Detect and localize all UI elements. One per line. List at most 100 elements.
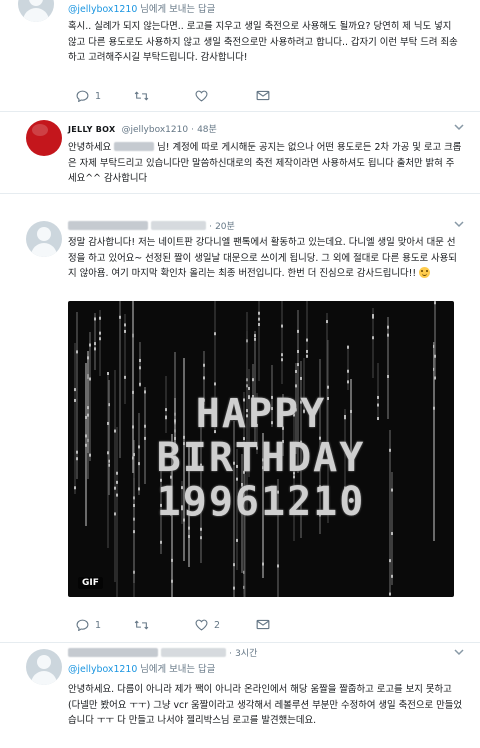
avatar[interactable] <box>26 649 62 685</box>
rain-dot <box>258 311 260 315</box>
caret-down-icon[interactable] <box>454 647 464 657</box>
tweet-3[interactable]: · 20분 정말 감사합니다! 저는 네이트판 강다니엘 팬톡에서 활동하고 있… <box>0 207 480 643</box>
like-button[interactable]: 2 <box>195 619 220 631</box>
rain-dot <box>248 386 250 390</box>
like-icon <box>195 90 208 102</box>
rain-dot <box>252 378 254 382</box>
rain-dot <box>171 579 173 583</box>
rain-dot <box>160 540 162 544</box>
rain-dot <box>139 358 141 362</box>
retweet-button[interactable] <box>134 90 149 102</box>
rain-dot <box>347 345 349 349</box>
rain-dot <box>295 369 297 373</box>
rain-dot <box>87 356 89 360</box>
rain-dot <box>262 562 264 566</box>
tweet-1[interactable]: @jellybox1210 님에게 보내는 답글 혹시.. 실례가 되지 않는다… <box>0 0 480 112</box>
rain-dot <box>297 349 299 353</box>
rain-dot <box>188 526 190 530</box>
caret-down-icon[interactable] <box>454 122 464 132</box>
gif-media[interactable]: HAPPY BIRTHDAY 19961210 GIF <box>68 301 454 597</box>
rain-dot <box>214 332 216 336</box>
display-name[interactable]: JELLY BOX <box>68 125 115 134</box>
user-handle[interactable]: @jellybox1210 <box>122 125 189 135</box>
rain-dot <box>188 535 190 539</box>
reply-count: 1 <box>95 90 102 102</box>
caret-down-icon[interactable] <box>454 219 464 229</box>
rain-dot <box>107 372 109 376</box>
rain-dot <box>387 374 389 378</box>
rain-dot <box>347 380 349 384</box>
dm-button[interactable] <box>256 619 270 630</box>
rain-dot <box>281 358 283 362</box>
rain-dot <box>94 317 96 321</box>
tweet-text: 혹시.. 실례가 되지 않는다면.. 로고를 지우고 생일 축전으로 사용해도 … <box>68 21 458 63</box>
rain-dot <box>306 354 308 358</box>
avatar[interactable] <box>26 221 62 257</box>
rain-dot <box>254 337 256 341</box>
redacted-name <box>114 142 155 151</box>
rain-dot <box>326 320 328 324</box>
rain-dot <box>389 559 391 563</box>
reply-handle-link[interactable]: @jellybox1210 <box>68 4 137 15</box>
rain-dot <box>389 592 391 596</box>
like-icon <box>195 619 208 631</box>
reply-button[interactable]: 1 <box>76 90 101 102</box>
reply-button[interactable]: 1 <box>76 619 101 631</box>
dm-icon <box>256 90 270 101</box>
rain-dot <box>76 350 78 354</box>
gif-text-date: 19961210 <box>156 479 366 525</box>
text-part: 안녕하세요 <box>68 142 115 153</box>
reply-suffix: 님에게 보내는 답글 <box>137 664 216 675</box>
avatar[interactable] <box>18 0 54 22</box>
reply-count: 1 <box>95 619 102 631</box>
rain-dot <box>258 323 260 327</box>
separator-dot: · <box>229 649 232 659</box>
separator-dot: · <box>191 125 194 135</box>
rain-dot <box>277 564 279 568</box>
rain-dot <box>119 315 121 319</box>
redacted-display-name[interactable] <box>68 221 148 230</box>
dm-icon <box>256 619 270 630</box>
gif-badge: GIF <box>78 577 103 589</box>
like-button[interactable] <box>195 90 208 102</box>
tweet-text: 안녕하세요. 다름이 아니라 제가 짹이 아니라 온라인에서 해당 움짤을 짤줍… <box>68 684 463 726</box>
reply-icon <box>76 619 89 631</box>
rain-dot <box>94 342 96 346</box>
tweet-2[interactable]: JELLY BOX @jellybox1210 · 48분 안녕하세요 님! 계… <box>0 112 480 194</box>
rain-dot <box>233 563 235 567</box>
rain-dot <box>295 384 297 388</box>
tweet-4[interactable]: · 3시간 @jellybox1210 님에게 보내는 답글 안녕하세요. 다름… <box>0 643 480 748</box>
timestamp[interactable]: 3시간 <box>235 649 257 659</box>
dm-button[interactable] <box>256 90 270 101</box>
redacted-handle[interactable] <box>161 648 227 657</box>
rain-dot <box>387 333 389 337</box>
redacted-display-name[interactable] <box>68 648 158 657</box>
rain-dot <box>300 376 302 380</box>
tweet-header: · 3시간 <box>68 646 257 659</box>
retweet-icon <box>134 91 149 101</box>
rain-dot <box>297 329 299 333</box>
reply-suffix: 님에게 보내는 답글 <box>137 4 216 15</box>
like-count: 2 <box>214 619 221 631</box>
rain-dot <box>391 574 393 578</box>
tweet-text: 정말 감사합니다! 저는 네이트판 강다니엘 팬톡에서 활동하고 있는데요. 다… <box>68 235 462 282</box>
rain-dot <box>254 334 256 338</box>
rain-dot <box>372 336 374 340</box>
avatar[interactable] <box>26 120 62 156</box>
rain-dot <box>372 315 374 319</box>
timestamp[interactable]: 20분 <box>215 222 235 232</box>
rain-dot <box>124 323 126 327</box>
rain-dot <box>200 527 202 531</box>
retweet-button[interactable] <box>134 619 149 631</box>
timestamp[interactable]: 48분 <box>197 125 217 135</box>
reply-context: @jellybox1210 님에게 보내는 답글 <box>68 661 215 675</box>
rain-dot <box>171 558 173 562</box>
rain-dot <box>124 375 126 379</box>
redacted-handle[interactable] <box>151 221 207 230</box>
rain-dot <box>233 586 235 590</box>
retweet-icon <box>134 620 149 630</box>
rain-dot <box>434 301 436 305</box>
reply-handle-link[interactable]: @jellybox1210 <box>68 664 137 675</box>
text-part: 정말 감사합니다! 저는 네이트판 강다니엘 팬톡에서 활동하고 있는데요. 다… <box>68 237 457 279</box>
rain-dot <box>387 325 389 329</box>
